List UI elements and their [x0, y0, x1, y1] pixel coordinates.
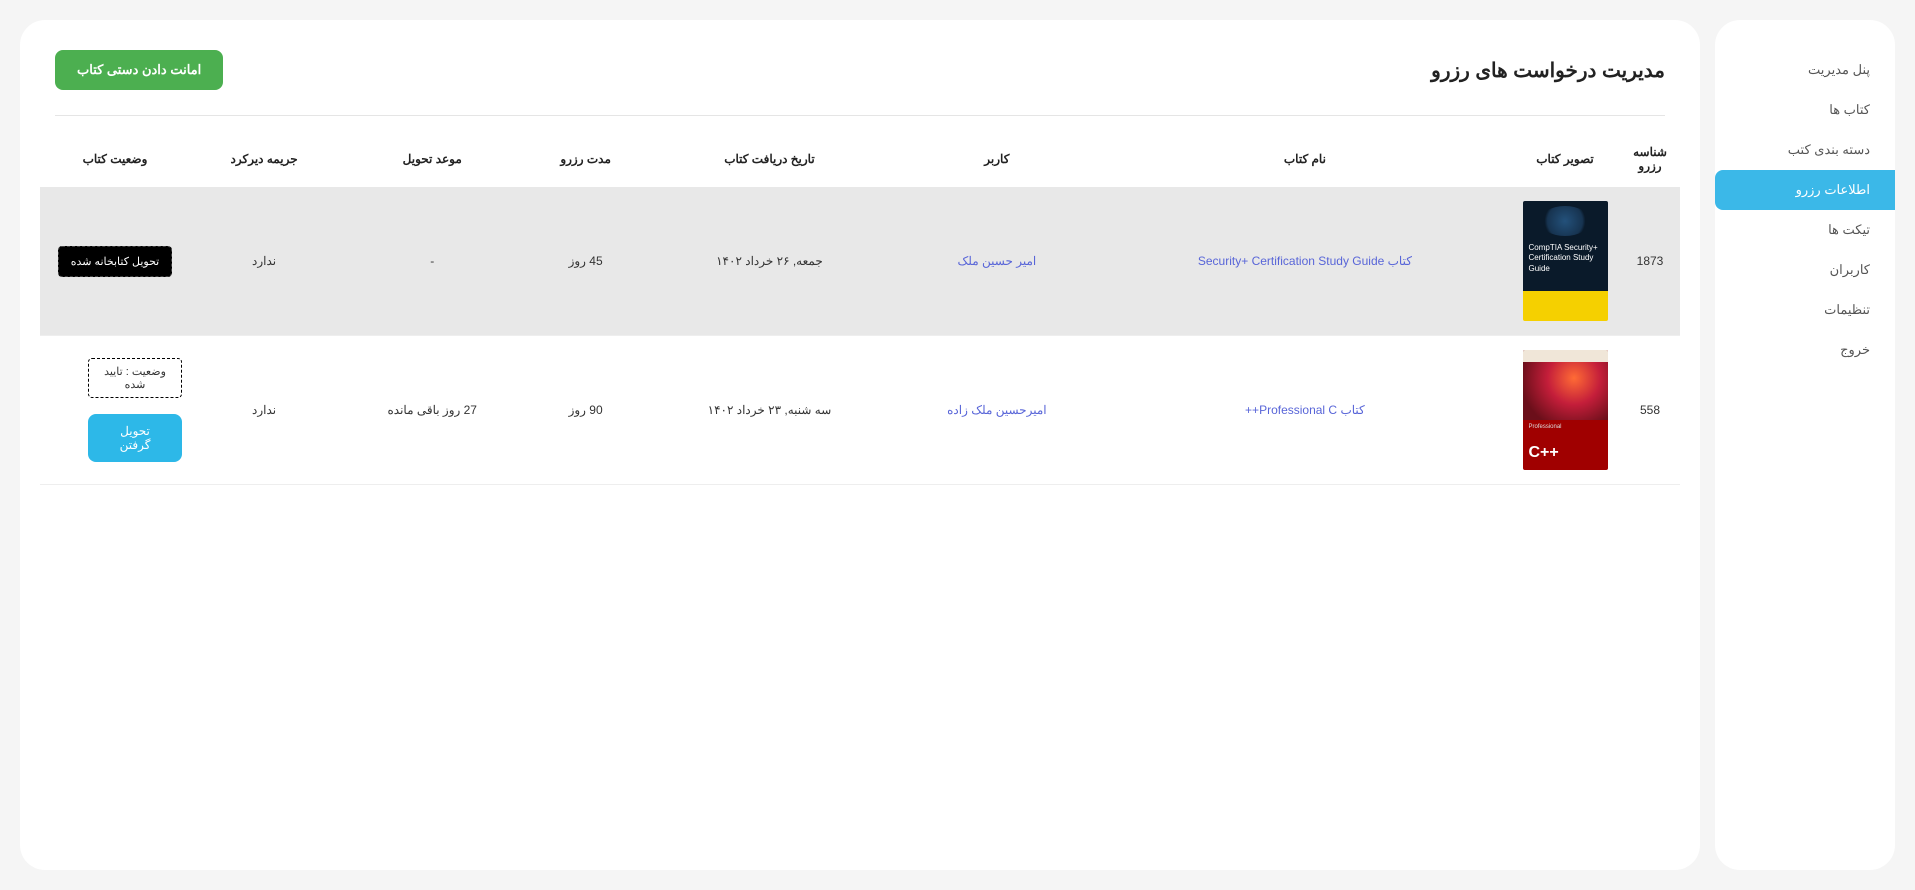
status-returned-badge: تحویل کتابخانه شده — [58, 246, 172, 277]
sidebar-item-dashboard[interactable]: پنل مدیریت — [1715, 50, 1895, 90]
cell-late-fee: ندارد — [190, 336, 338, 485]
cover-title-text: C++ — [1529, 444, 1559, 462]
sidebar-item-tickets[interactable]: تیکت ها — [1715, 210, 1895, 250]
sidebar-item-categories[interactable]: دسته بندی کتب — [1715, 130, 1895, 170]
col-book-image: تصویر کتاب — [1510, 131, 1620, 187]
col-duration: مدت رزرو — [526, 131, 645, 187]
col-late-fee: جریمه دیرکرد — [190, 131, 338, 187]
table-row: 558 Professional C++ کتاب Professional C… — [40, 336, 1680, 485]
sidebar-item-logout[interactable]: خروج — [1715, 330, 1895, 370]
book-cover-image: Professional C++ — [1523, 350, 1608, 470]
table-row: 1873 CompTIA Security+ Certification Stu… — [40, 187, 1680, 336]
user-link[interactable]: امیر حسین ملک — [958, 254, 1037, 268]
book-name-link[interactable]: کتاب Professional C++ — [1245, 403, 1365, 417]
receive-button[interactable]: تحویل گرفتن — [88, 414, 182, 462]
cell-image: Professional C++ — [1510, 336, 1620, 485]
cell-duration: 45 روز — [526, 187, 645, 336]
cell-id: 558 — [1620, 336, 1680, 485]
col-user: کاربر — [894, 131, 1100, 187]
cell-duration: 90 روز — [526, 336, 645, 485]
divider — [55, 115, 1665, 116]
cell-status: وضعیت : تایید شده تحویل گرفتن — [40, 336, 190, 485]
manual-lend-button[interactable]: امانت دادن دستی کتاب — [55, 50, 223, 90]
col-book-name: نام کتاب — [1100, 131, 1510, 187]
sidebar-item-users[interactable]: کاربران — [1715, 250, 1895, 290]
reservations-table: شناسه رزرو تصویر کتاب نام کتاب کاربر تار… — [40, 131, 1680, 485]
col-due: موعد تحویل — [338, 131, 526, 187]
cell-image: CompTIA Security+ Certification Study Gu… — [1510, 187, 1620, 336]
cell-due: 27 روز باقی مانده — [338, 336, 526, 485]
sidebar-item-reservations[interactable]: اطلاعات رزرو — [1715, 170, 1895, 210]
main-header: مدیریت درخواست های رزرو امانت دادن دستی … — [40, 50, 1680, 90]
cell-receive-date: سه شنبه, ۲۳ خرداد ۱۴۰۲ — [645, 336, 894, 485]
cell-status: تحویل کتابخانه شده — [40, 187, 190, 336]
sidebar-item-settings[interactable]: تنظیمات — [1715, 290, 1895, 330]
col-status: وضعیت کتاب — [40, 131, 190, 187]
sidebar-item-books[interactable]: کتاب ها — [1715, 90, 1895, 130]
col-receive-date: تاریخ دریافت کتاب — [645, 131, 894, 187]
table-header-row: شناسه رزرو تصویر کتاب نام کتاب کاربر تار… — [40, 131, 1680, 187]
cover-sub-text: Professional — [1529, 424, 1562, 430]
page-title: مدیریت درخواست های رزرو — [1431, 58, 1665, 83]
cell-id: 1873 — [1620, 187, 1680, 336]
cell-due: - — [338, 187, 526, 336]
cell-late-fee: ندارد — [190, 187, 338, 336]
cover-title-text: CompTIA Security+ Certification Study Gu… — [1529, 243, 1608, 274]
status-approved-badge: وضعیت : تایید شده — [88, 358, 182, 398]
col-reserve-id: شناسه رزرو — [1620, 131, 1680, 187]
cell-receive-date: جمعه, ۲۶ خرداد ۱۴۰۲ — [645, 187, 894, 336]
main-panel: مدیریت درخواست های رزرو امانت دادن دستی … — [20, 20, 1700, 870]
user-link[interactable]: امیرحسین ملک زاده — [947, 403, 1046, 417]
book-name-link[interactable]: کتاب Security+ Certification Study Guide — [1198, 254, 1412, 268]
book-cover-image: CompTIA Security+ Certification Study Gu… — [1523, 201, 1608, 321]
sidebar: پنل مدیریت کتاب ها دسته بندی کتب اطلاعات… — [1715, 20, 1895, 870]
